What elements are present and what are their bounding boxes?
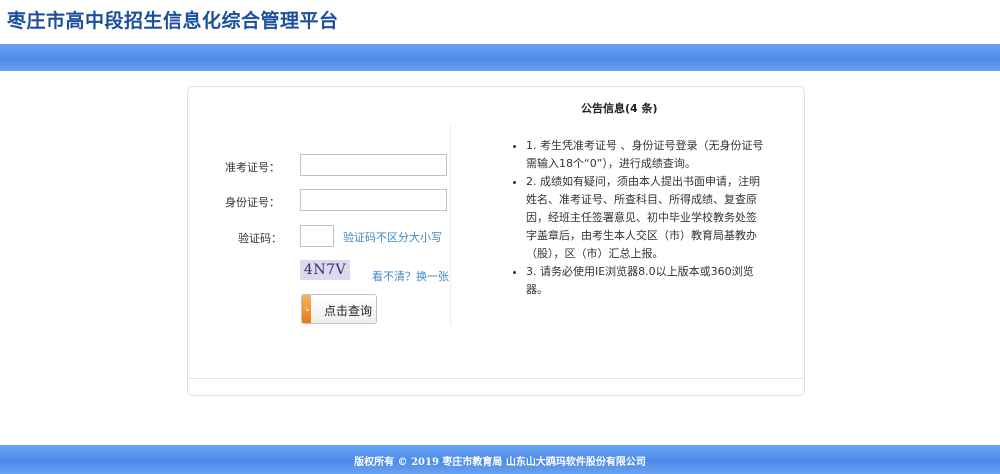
- query-button[interactable]: ↘ 点击查询: [301, 294, 377, 324]
- captcha-image[interactable]: 4N7V: [300, 260, 350, 280]
- header: 枣庄市高中段招生信息化综合管理平台: [0, 0, 1000, 44]
- id-number-input[interactable]: [300, 189, 447, 211]
- exam-number-input[interactable]: [300, 154, 447, 176]
- id-number-label: 身份证号：: [225, 196, 280, 209]
- top-banner-band: [0, 44, 1000, 71]
- button-arrow-icon: ↘: [302, 295, 311, 323]
- site-title: 枣庄市高中段招生信息化综合管理平台: [7, 10, 339, 32]
- panel-bottom-divider: [188, 378, 804, 379]
- notice-item: 2. 成绩如有疑问，须由本人提出书面申请，注明姓名、准考证号、所查科目、所得成绩…: [526, 173, 766, 263]
- id-number-row: 身份证号：: [188, 189, 448, 215]
- login-panel: 准考证号： 身份证号： 验证码： 验证码不区分大小写 4N7V 看不清？换一张 …: [187, 86, 805, 396]
- copyright-text: 版权所有 © 2019 枣庄市教育局 山东山大鸥玛软件股份有限公司: [354, 457, 646, 468]
- notice-item: 3. 请务必使用IE浏览器8.0以上版本或360浏览器。: [526, 263, 766, 299]
- exam-number-row: 准考证号：: [188, 154, 448, 180]
- query-button-label: 点击查询: [324, 304, 373, 318]
- exam-number-label: 准考证号：: [225, 161, 280, 174]
- captcha-input[interactable]: [300, 225, 334, 247]
- panel-divider: [450, 125, 451, 325]
- captcha-label: 验证码：: [238, 232, 282, 245]
- footer: 版权所有 © 2019 枣庄市教育局 山东山大鸥玛软件股份有限公司: [0, 445, 1000, 474]
- notice-item: 1. 考生凭准考证号 、身份证号登录（无身份证号需输入18个“0”），进行成绩查…: [526, 137, 766, 173]
- notice-list: 1. 考生凭准考证号 、身份证号登录（无身份证号需输入18个“0”），进行成绩查…: [514, 137, 766, 299]
- notice-title: 公告信息(4 条): [581, 102, 658, 115]
- captcha-hint: 验证码不区分大小写: [343, 231, 442, 244]
- captcha-row: 验证码： 验证码不区分大小写: [188, 225, 450, 251]
- refresh-captcha-link[interactable]: 看不清？换一张: [372, 268, 449, 284]
